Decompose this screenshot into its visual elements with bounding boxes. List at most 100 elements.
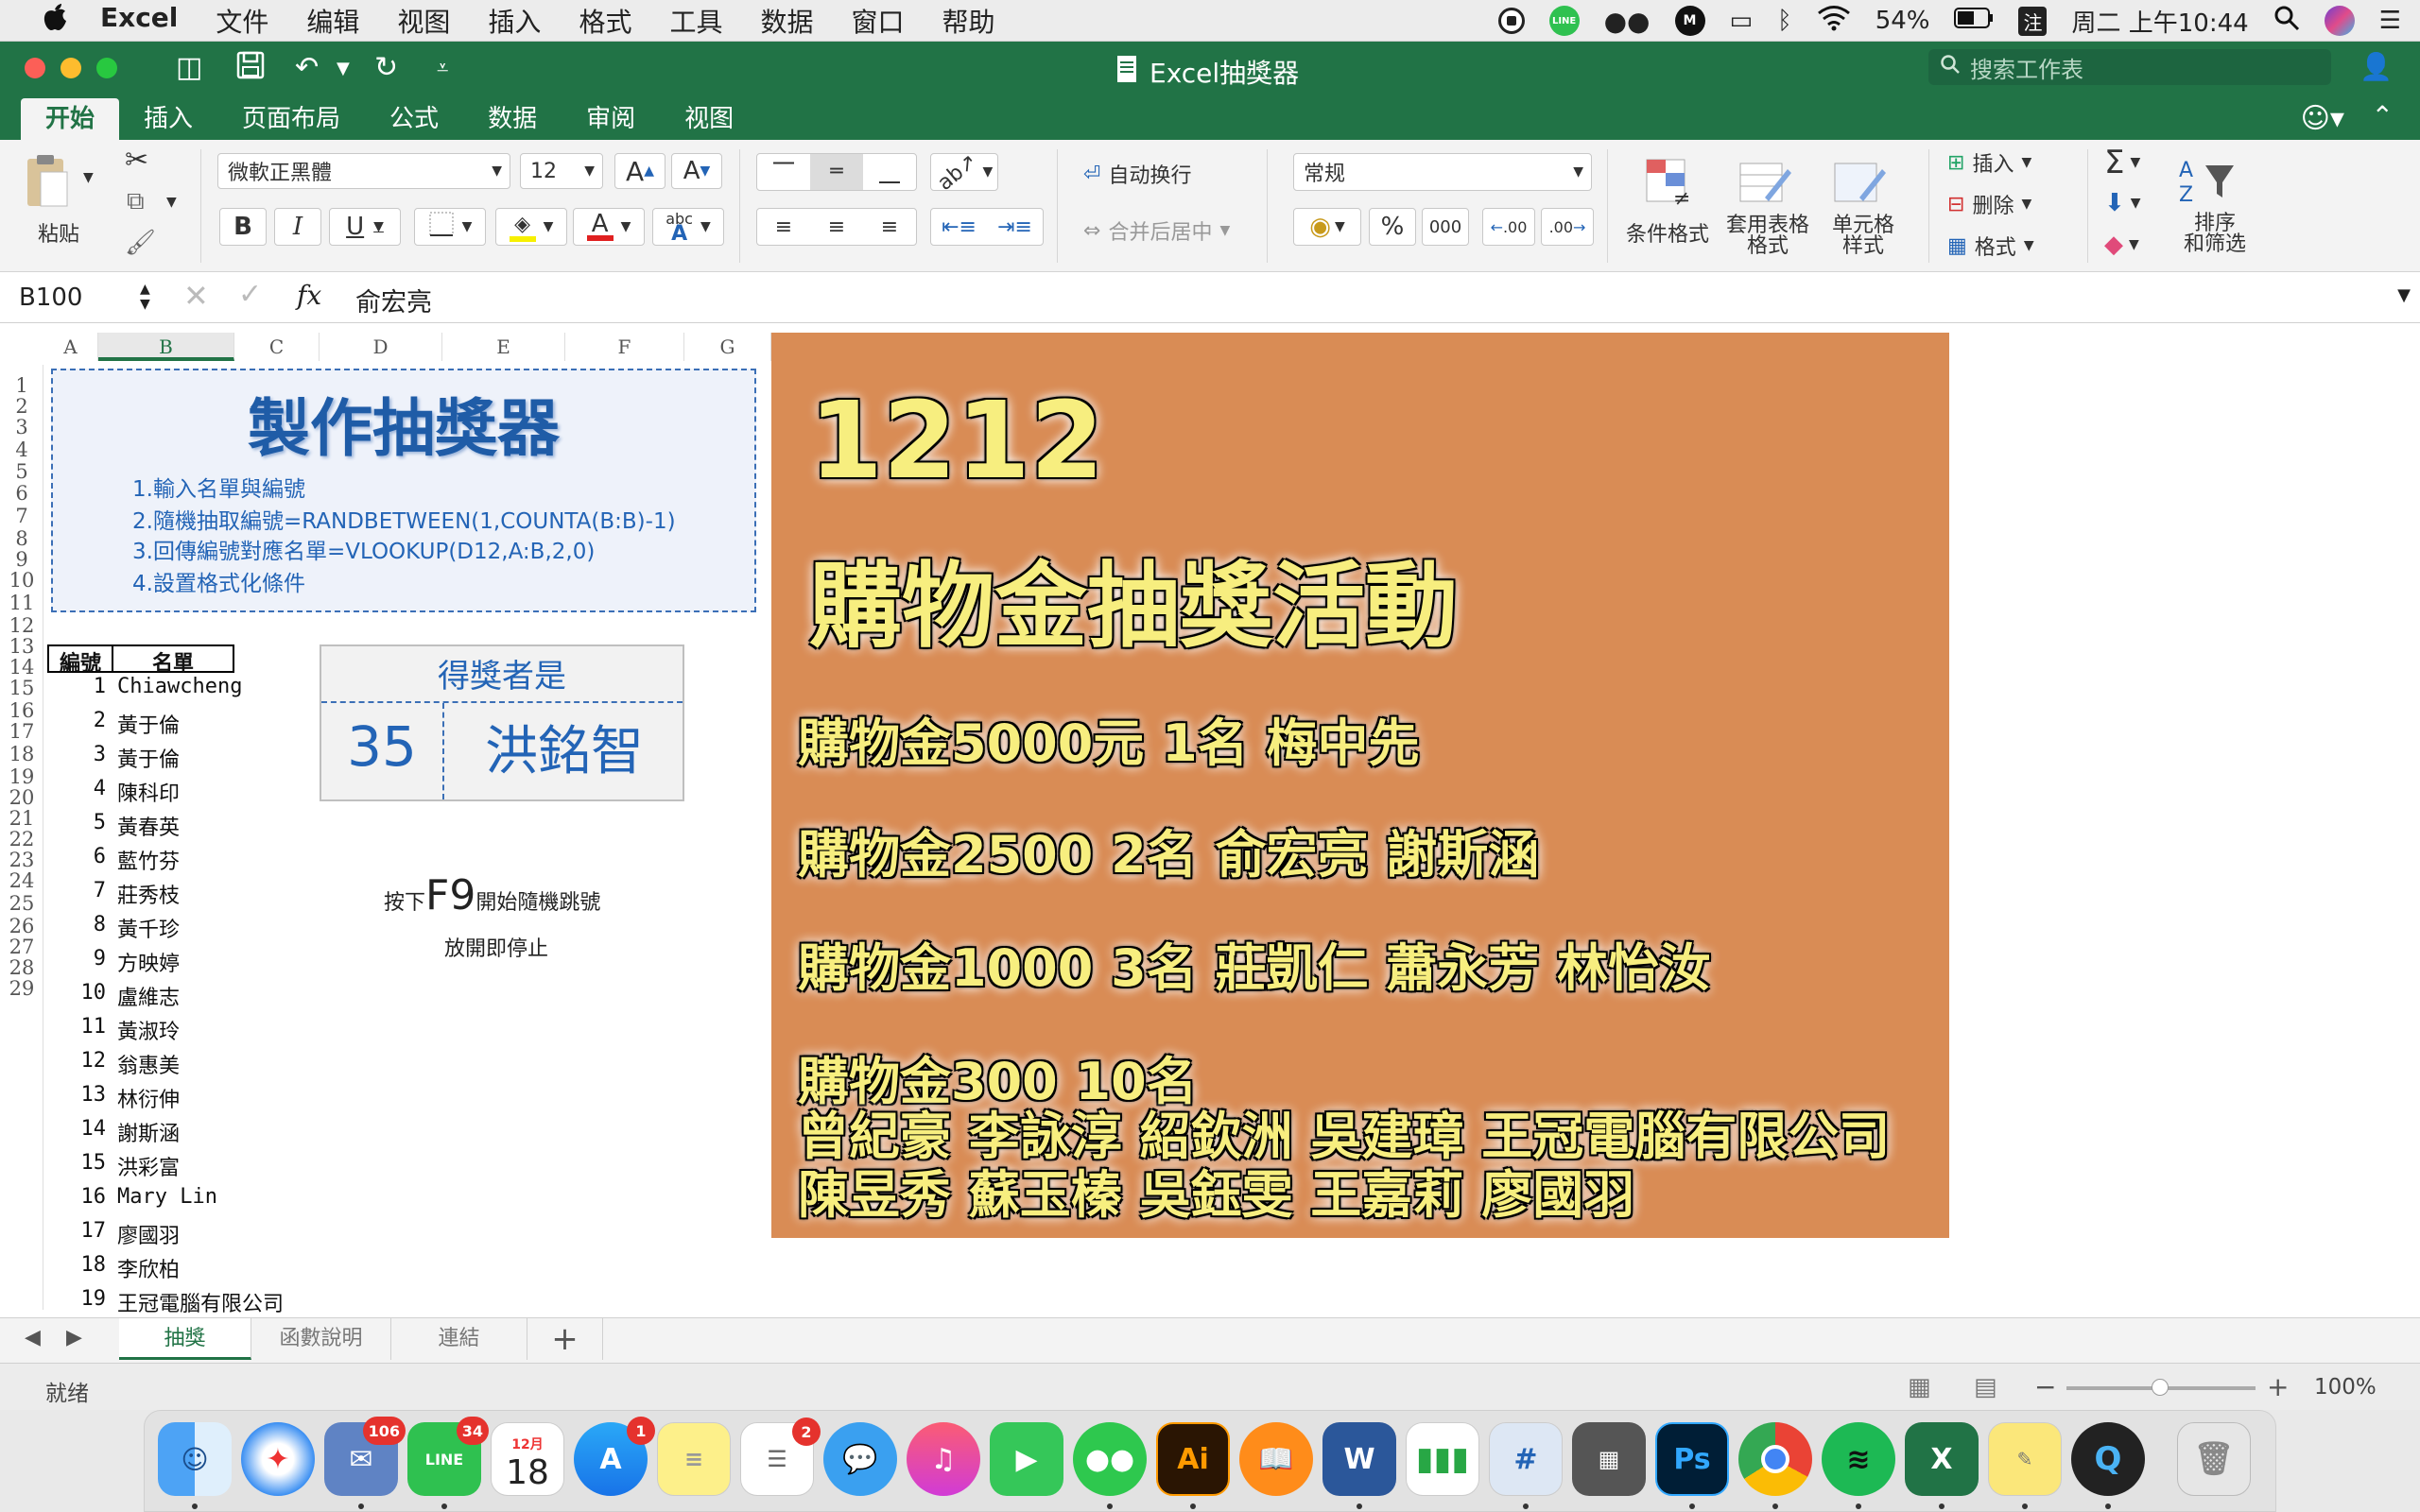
paste-dropdown-icon[interactable]: ▼: [83, 170, 94, 185]
chrome-icon[interactable]: [1738, 1422, 1812, 1496]
list-number[interactable]: 17: [53, 1219, 107, 1243]
wrap-text-button[interactable]: ⏎ 自动换行: [1083, 159, 1191, 189]
autosum-button[interactable]: Σ ▼: [2104, 144, 2140, 181]
spotify-icon[interactable]: ≋: [1822, 1422, 1895, 1496]
row-header-28[interactable]: 28: [0, 956, 43, 979]
row-header-16[interactable]: 16: [0, 699, 43, 722]
mail-icon[interactable]: ✉ 106: [324, 1417, 406, 1496]
list-name[interactable]: 陳科印: [117, 777, 180, 807]
trash-icon[interactable]: 🗑: [2177, 1422, 2251, 1496]
list-name[interactable]: 廖國羽: [117, 1219, 180, 1249]
copy-icon[interactable]: ⧉: [127, 187, 145, 216]
list-number[interactable]: 5: [53, 811, 106, 834]
quicktime-icon[interactable]: Q: [2071, 1422, 2145, 1496]
row-header-18[interactable]: 18: [0, 743, 43, 765]
list-number[interactable]: 16: [53, 1185, 107, 1209]
list-name[interactable]: 黃淑玲: [117, 1015, 180, 1045]
music-icon[interactable]: ♫: [907, 1422, 980, 1496]
align-center-icon[interactable]: ≡: [810, 215, 863, 239]
align-right-icon[interactable]: ≡: [863, 215, 916, 239]
row-header-5[interactable]: 5: [0, 460, 43, 483]
bold-button[interactable]: B: [219, 208, 267, 246]
insert-function-button[interactable]: fx: [297, 280, 321, 311]
cancel-entry-icon[interactable]: ✕: [183, 278, 209, 314]
finder-icon[interactable]: ☺: [158, 1422, 232, 1496]
list-number[interactable]: 2: [53, 709, 106, 732]
zoom-slider-handle[interactable]: [2152, 1379, 2169, 1396]
phonetic-button[interactable]: abc A ▼: [652, 208, 724, 246]
decrease-decimal-button[interactable]: .00 →: [1541, 208, 1594, 246]
list-number[interactable]: 13: [53, 1083, 107, 1107]
increase-decimal-button[interactable]: ← .00: [1482, 208, 1535, 246]
tab-view[interactable]: 视图: [660, 98, 758, 140]
font-color-button[interactable]: A ▼: [573, 208, 645, 246]
column-header-c[interactable]: C: [234, 333, 320, 361]
menu-file[interactable]: 文件: [216, 2, 268, 40]
sort-filter-label[interactable]: 排序 和筛选: [2184, 214, 2246, 255]
menu-help[interactable]: 帮助: [942, 2, 995, 40]
reminders-icon[interactable]: ☰ 2: [740, 1418, 821, 1496]
row-header-23[interactable]: 23: [0, 849, 43, 871]
undo-icon[interactable]: ↶: [295, 51, 319, 84]
accounting-format-button[interactable]: ◉ ▼: [1293, 208, 1361, 246]
row-header-3[interactable]: 3: [0, 416, 43, 438]
column-header-d[interactable]: D: [320, 333, 442, 361]
column-header-a[interactable]: A: [43, 333, 98, 361]
delete-cells-button[interactable]: ⊟ 删除 ▼: [1947, 189, 2031, 219]
battery-icon[interactable]: [1954, 7, 1994, 35]
insert-cells-button[interactable]: ⊞ 插入 ▼: [1947, 147, 2031, 178]
row-header-19[interactable]: 19: [0, 765, 43, 788]
list-name[interactable]: Chiawcheng: [117, 675, 242, 698]
menu-insert[interactable]: 插入: [488, 2, 541, 40]
name-box[interactable]: B100 ▲ ▼: [9, 280, 151, 316]
list-number[interactable]: 11: [53, 1015, 107, 1039]
formula-content[interactable]: 俞宏亮: [355, 282, 432, 318]
search-sheet-field[interactable]: 搜索工作表: [1928, 49, 2331, 85]
decrease-indent-icon[interactable]: ⇤≡: [931, 215, 987, 239]
underline-button[interactable]: U ▼: [329, 208, 401, 246]
fill-color-button[interactable]: ◈ ▼: [495, 208, 567, 246]
wechat-icon[interactable]: ●●: [1073, 1422, 1147, 1496]
name-box-stepper-icon[interactable]: ▲ ▼: [140, 282, 150, 312]
row-header-22[interactable]: 22: [0, 828, 43, 850]
worksheet-grid[interactable]: A B C D E F G 1 2 3 4 5 6 7 8 9 10 11 12 13 14 15 16 17 1…: [0, 323, 2420, 1317]
menu-clock[interactable]: 周二 上午10:44: [2071, 4, 2248, 39]
text-orientation-button[interactable]: ab↗ ▼: [930, 149, 998, 195]
column-header-b[interactable]: B: [98, 333, 234, 361]
row-header-6[interactable]: 6: [0, 482, 43, 505]
column-header-e[interactable]: E: [442, 333, 565, 361]
cell-styles-icon[interactable]: [1817, 149, 1902, 215]
sheet-tab-lottery[interactable]: 抽獎: [119, 1318, 251, 1360]
row-header-7[interactable]: 7: [0, 505, 43, 527]
list-number[interactable]: 18: [53, 1253, 107, 1277]
list-name[interactable]: Mary Lin: [117, 1185, 217, 1209]
zoom-window-button[interactable]: [96, 58, 117, 78]
font-name-select[interactable]: 微軟正黑體 ▼: [217, 153, 510, 189]
row-header-26[interactable]: 26: [0, 915, 43, 937]
conditional-format-icon[interactable]: ≠: [1622, 149, 1717, 215]
column-header-g[interactable]: G: [684, 333, 771, 361]
winner-number[interactable]: 35: [321, 714, 442, 779]
calendar-icon[interactable]: 12月 18: [491, 1422, 564, 1496]
table-format-icon[interactable]: [1722, 149, 1807, 215]
apple-menu-icon[interactable]: [36, 3, 74, 39]
list-name[interactable]: 黃于倫: [117, 709, 180, 739]
books-icon[interactable]: 📖: [1239, 1422, 1313, 1496]
row-header-14[interactable]: 14: [0, 656, 43, 679]
list-name[interactable]: 黃春英: [117, 811, 180, 841]
undo-dropdown-icon[interactable]: ▼: [337, 59, 350, 78]
photoshop-icon[interactable]: Ps: [1655, 1422, 1729, 1496]
excel-icon[interactable]: X: [1905, 1422, 1979, 1496]
page-layout-view-icon[interactable]: ▤: [1974, 1373, 1997, 1401]
row-header-13[interactable]: 13: [0, 635, 43, 658]
list-number[interactable]: 10: [53, 981, 107, 1005]
grow-font-button[interactable]: A ▲: [614, 153, 666, 189]
minimize-window-button[interactable]: [60, 58, 81, 78]
menu-format[interactable]: 格式: [579, 2, 631, 40]
list-number[interactable]: 8: [53, 913, 106, 936]
close-window-button[interactable]: [25, 58, 45, 78]
tab-formulas[interactable]: 公式: [365, 98, 463, 140]
paste-label[interactable]: 粘贴: [38, 217, 79, 248]
borders-button[interactable]: ▼: [414, 208, 486, 246]
tab-home[interactable]: 开始: [21, 98, 120, 140]
